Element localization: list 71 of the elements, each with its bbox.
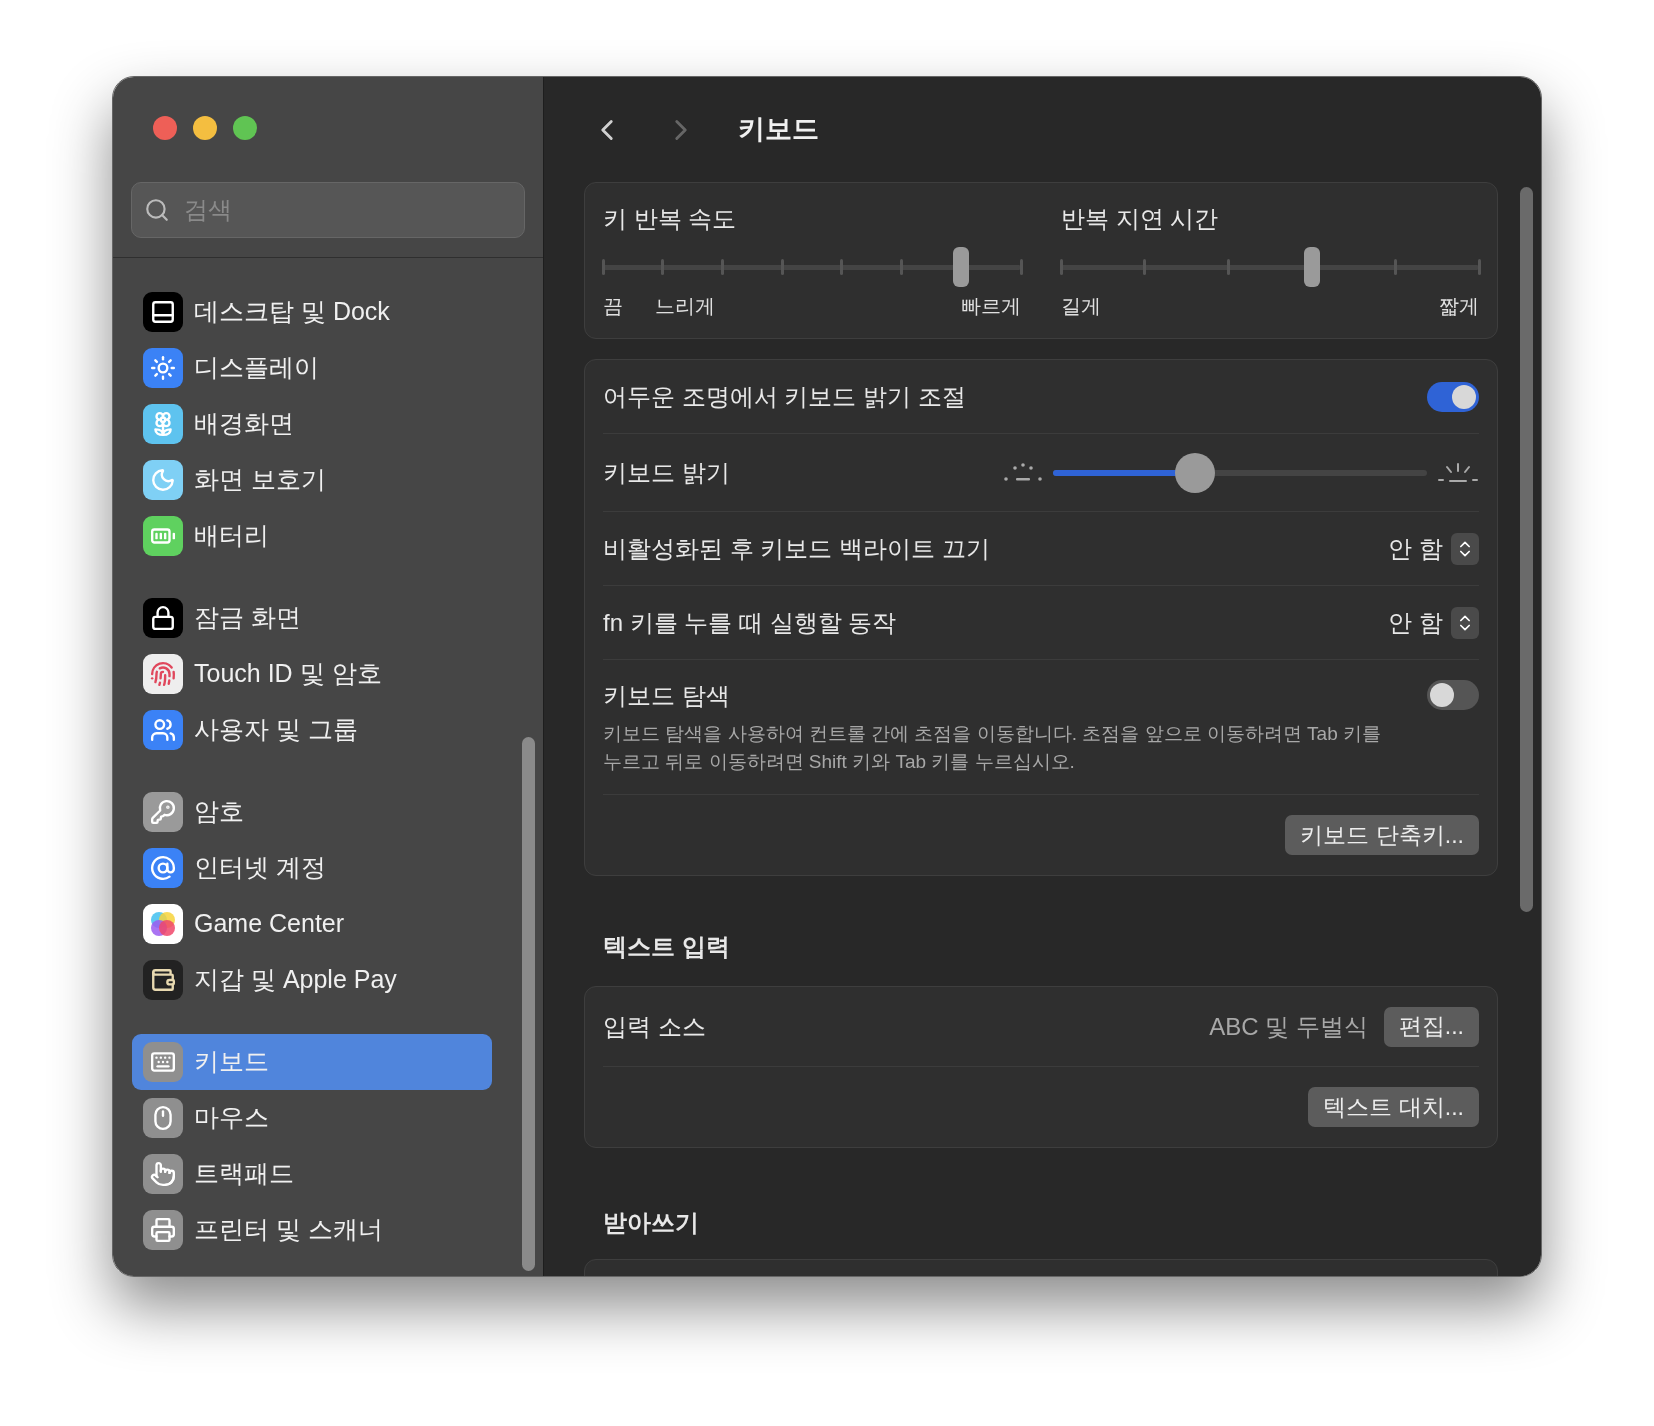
sidebar-item[interactable]: Touch ID 및 암호 xyxy=(132,646,492,702)
key-icon xyxy=(143,792,183,832)
scrollbar-thumb[interactable] xyxy=(522,737,535,1271)
slider-thumb[interactable] xyxy=(1303,247,1320,287)
lock-icon xyxy=(143,598,183,638)
battery-icon xyxy=(143,516,183,556)
keyboard-icon xyxy=(143,1042,183,1082)
window-title: 키보드 xyxy=(738,113,819,147)
setting-label: 키보드 탐색 xyxy=(603,681,731,711)
sidebar-item[interactable]: 마우스 xyxy=(132,1090,492,1146)
setting-label: 입력 소스 xyxy=(603,1011,706,1042)
sidebar-item[interactable]: 프린터 및 스캐너 xyxy=(132,1202,492,1258)
sidebar-item[interactable]: Game Center xyxy=(132,896,492,952)
setting-label: fn 키를 누를 때 실행할 동작 xyxy=(603,607,897,638)
toggle-switch[interactable] xyxy=(1427,680,1479,710)
mouse-icon xyxy=(143,1098,183,1138)
bright-brightness-icon xyxy=(1437,461,1479,484)
slider-label: 끔 xyxy=(603,294,623,319)
slider-label: 짧게 xyxy=(1439,294,1479,319)
setting-label: 어두운 조명에서 키보드 밝기 조절 xyxy=(603,381,966,412)
zoom-button[interactable] xyxy=(233,116,257,140)
tick-slider[interactable] xyxy=(603,247,1021,287)
dim-brightness-icon xyxy=(1003,462,1043,483)
people-icon xyxy=(143,710,183,750)
popup-button[interactable]: 안 함 xyxy=(1388,530,1479,567)
slider-label: 빠르게 xyxy=(961,294,1021,319)
slider-label: 길게 xyxy=(1061,294,1101,319)
stepper-icon xyxy=(1451,532,1479,565)
action-button[interactable]: 텍스트 대치... xyxy=(1308,1087,1479,1127)
close-button[interactable] xyxy=(153,116,177,140)
setting-value: ABC 및 두벌식 xyxy=(1209,1011,1368,1042)
setting-label: 비활성화된 후 키보드 백라이트 끄기 xyxy=(603,533,990,564)
slider-label: 느리게 xyxy=(655,294,715,319)
action-button[interactable]: 편집... xyxy=(1383,1006,1479,1047)
search-icon xyxy=(144,197,170,223)
sidebar-item[interactable]: 잠금 화면 xyxy=(132,590,492,646)
hand-icon xyxy=(143,1154,183,1194)
sidebar-item[interactable]: 사용자 및 그룹 xyxy=(132,702,492,758)
toggle-switch[interactable] xyxy=(1427,381,1479,412)
sidebar-item[interactable]: 인터넷 계정 xyxy=(132,840,492,896)
setting-label: 키보드 밝기 xyxy=(603,457,730,488)
fingerprint-icon xyxy=(143,654,183,694)
setting-description: 키보드 탐색을 사용하여 컨트롤 간에 초점을 이동합니다. 초점을 앞으로 이동하려면 Tab 키를 누르고 뒤로 이동하려면 Shift 키와 Tab 키를 누르십시오. xyxy=(603,722,1382,774)
scrollbar-thumb[interactable] xyxy=(1520,187,1533,912)
sidebar-item[interactable]: 화면 보호기 xyxy=(132,452,492,508)
at-sign-icon xyxy=(143,848,183,888)
section-title: 받아쓰기 xyxy=(603,1208,700,1238)
action-button[interactable]: 키보드 단축키... xyxy=(1285,815,1479,855)
circles-icon xyxy=(143,904,183,944)
sidebar-item[interactable]: 지갑 및 Apple Pay xyxy=(132,952,492,1008)
stepper-icon xyxy=(1451,606,1479,639)
brightness-slider[interactable] xyxy=(1053,452,1427,493)
flower-icon xyxy=(143,404,183,444)
slider-title: 키 반복 속도 xyxy=(603,204,738,234)
moon-icon xyxy=(143,460,183,500)
sidebar-item[interactable]: 배터리 xyxy=(132,508,492,564)
tick-slider[interactable] xyxy=(1061,247,1479,287)
slider-title: 반복 지연 시간 xyxy=(1061,204,1220,234)
sidebar-item[interactable]: 트랙패드 xyxy=(132,1146,492,1202)
wallet-icon xyxy=(143,960,183,1000)
section-title: 텍스트 입력 xyxy=(603,932,731,962)
popup-button[interactable]: 안 함 xyxy=(1388,604,1479,641)
slider-thumb[interactable] xyxy=(953,247,970,287)
sidebar-item[interactable]: 암호 xyxy=(132,784,492,840)
dock-icon xyxy=(143,292,183,332)
printer-icon xyxy=(143,1210,183,1250)
sidebar-item[interactable]: 배경화면 xyxy=(132,396,492,452)
sidebar-item[interactable]: 디스플레이 xyxy=(132,340,492,396)
sidebar-item[interactable]: 데스크탑 및 Dock xyxy=(132,284,492,340)
minimize-button[interactable] xyxy=(193,116,217,140)
sun-icon xyxy=(143,348,183,388)
